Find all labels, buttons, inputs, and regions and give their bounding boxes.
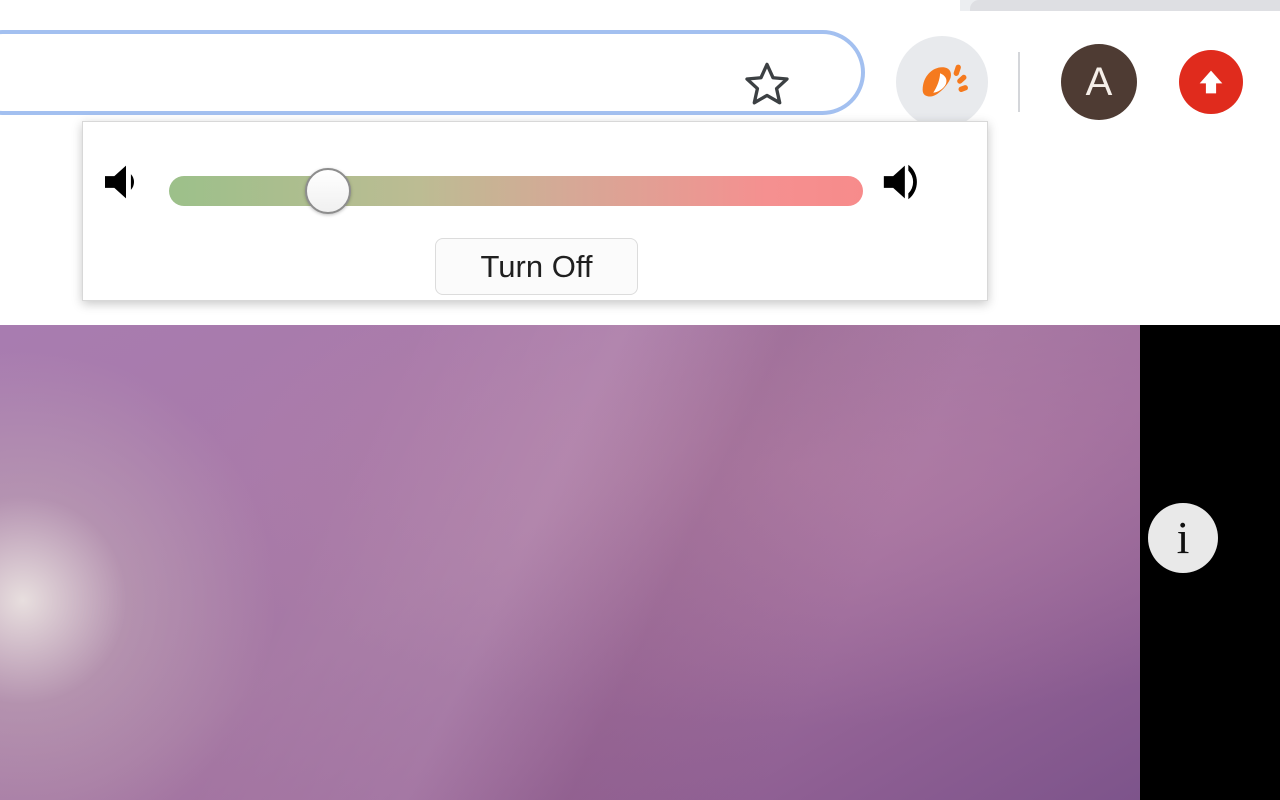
video-player-surface[interactable] (0, 325, 1140, 800)
turn-off-button[interactable]: Turn Off (435, 238, 638, 295)
volume-control-row (83, 144, 989, 220)
volume-slider-thumb[interactable] (305, 168, 351, 214)
tab-strip (0, 0, 1280, 12)
video-sheen-overlay (0, 325, 1140, 800)
bookmark-star-icon[interactable] (739, 56, 795, 112)
profile-avatar[interactable]: A (1061, 44, 1137, 120)
update-arrow-icon[interactable] (1179, 50, 1243, 114)
volume-slider-track[interactable] (169, 176, 863, 206)
speaker-high-icon[interactable] (863, 154, 949, 210)
volume-booster-extension-icon[interactable] (896, 36, 988, 128)
toolbar-divider (1018, 52, 1020, 112)
info-icon[interactable]: i (1148, 503, 1218, 573)
speaker-low-icon[interactable] (83, 154, 169, 210)
profile-avatar-letter: A (1085, 60, 1113, 104)
address-bar[interactable] (0, 30, 865, 115)
browser-tab[interactable] (970, 0, 1280, 11)
screen: A i (0, 0, 1280, 800)
browser-toolbar: A (0, 12, 1280, 128)
volume-booster-popup: Turn Off (82, 121, 988, 301)
volume-slider[interactable] (169, 165, 863, 214)
info-icon-label: i (1176, 512, 1190, 563)
